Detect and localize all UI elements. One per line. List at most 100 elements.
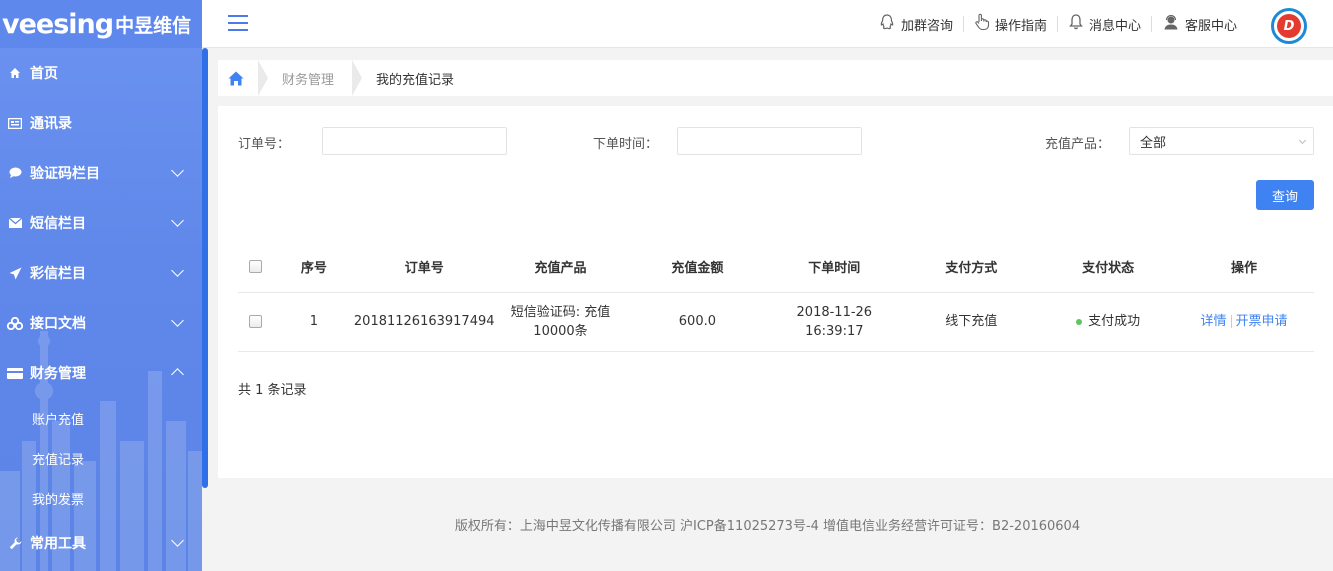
row-product: 短信验证码: 充值 10000条 bbox=[494, 292, 627, 352]
sidebar-item-verification[interactable]: 验证码栏目 bbox=[0, 148, 202, 198]
sidebar-subitem-my-invoices[interactable]: 我的发票 bbox=[0, 478, 202, 518]
header-link-messages[interactable]: 消息中心 bbox=[1058, 13, 1152, 35]
column-header: 订单号 bbox=[353, 242, 495, 293]
sidebar-item-label: 首页 bbox=[30, 66, 58, 82]
sidebar-item-label: 验证码栏目 bbox=[30, 166, 100, 182]
chevron-down-icon bbox=[171, 264, 184, 277]
user-avatar[interactable]: D bbox=[1271, 8, 1307, 44]
sidebar-item-contacts[interactable]: 通讯录 bbox=[0, 98, 202, 148]
product-select[interactable]: 全部 bbox=[1129, 127, 1314, 155]
sidebar-item-mms[interactable]: 彩信栏目 bbox=[0, 248, 202, 298]
send-icon bbox=[6, 266, 24, 280]
home-icon[interactable] bbox=[218, 60, 254, 96]
column-header: 序号 bbox=[273, 242, 354, 293]
support-agent-icon bbox=[1162, 13, 1180, 35]
chevron-down-icon bbox=[171, 164, 184, 177]
order-number-label: 订单号： bbox=[238, 137, 291, 152]
order-number-input[interactable] bbox=[322, 127, 507, 155]
sidebar-item-tools[interactable]: 常用工具 bbox=[0, 518, 202, 568]
query-button[interactable]: 查询 bbox=[1256, 180, 1314, 210]
breadcrumb-separator bbox=[258, 60, 268, 96]
row-order-clock: 16:39:17 bbox=[805, 323, 864, 339]
row-checkbox[interactable] bbox=[249, 315, 263, 328]
chevron-down-icon bbox=[171, 534, 184, 547]
qq-icon bbox=[878, 13, 896, 35]
header-link-support[interactable]: 客服中心 bbox=[1152, 13, 1247, 35]
order-time-label: 下单时间： bbox=[593, 137, 659, 152]
sidebar-item-sms[interactable]: 短信栏目 bbox=[0, 198, 202, 248]
header-link-join-group[interactable]: 加群咨询 bbox=[868, 13, 964, 35]
sidebar-item-home[interactable]: 首页 bbox=[0, 48, 202, 98]
status-badge: 支付成功 bbox=[1088, 314, 1141, 329]
header-link-label: 加群咨询 bbox=[900, 18, 953, 34]
row-actions: 详情 开票申请 bbox=[1174, 292, 1314, 352]
row-pay-status: 支付成功 bbox=[1042, 292, 1175, 352]
breadcrumb-separator bbox=[352, 60, 363, 96]
product-select-value: 全部 bbox=[1140, 135, 1167, 151]
header-links: 加群咨询 操作指南 消息中心 客服中心 bbox=[868, 0, 1247, 48]
sidebar-nav: 首页 通讯录 验证码栏目 短信栏目 彩信栏目 接口文档 财务管理 账户充值 充值… bbox=[0, 48, 202, 568]
chevron-up-icon bbox=[171, 368, 184, 381]
column-header: 支付状态 bbox=[1042, 242, 1175, 293]
sidebar-item-label: 常用工具 bbox=[30, 536, 86, 552]
column-header: 充值金额 bbox=[626, 242, 769, 293]
header-link-label: 操作指南 bbox=[994, 18, 1047, 34]
sidebar-item-label: 接口文档 bbox=[30, 316, 86, 332]
logo-text: veesing bbox=[2, 8, 114, 40]
select-all-checkbox[interactable] bbox=[249, 260, 263, 274]
action-divider bbox=[1230, 315, 1232, 328]
row-pay-method: 线下充值 bbox=[900, 292, 1043, 352]
footer-copyright: 版权所有：上海中昱文化传播有限公司 沪ICP备11025273号-4 增值电信业… bbox=[454, 519, 1081, 534]
breadcrumb-current: 我的充值记录 bbox=[376, 72, 455, 88]
records-table: 序号 订单号 充值产品 充值金额 下单时间 支付方式 支付状态 操作 1 201… bbox=[238, 242, 1314, 352]
column-header: 充值产品 bbox=[494, 242, 627, 293]
column-header: 操作 bbox=[1174, 242, 1314, 293]
sidebar-scrollbar[interactable] bbox=[202, 48, 208, 488]
chevron-down-icon bbox=[171, 314, 184, 327]
row-order-number: 20181126163917494 bbox=[353, 292, 495, 352]
brand-logo[interactable]: veesing 中昱维信 bbox=[0, 0, 202, 48]
sidebar-item-label: 通讯录 bbox=[30, 116, 72, 132]
header-link-guide[interactable]: 操作指南 bbox=[964, 13, 1058, 35]
table-row: 1 20181126163917494 短信验证码: 充值 10000条 600… bbox=[238, 292, 1314, 352]
sidebar-item-finance[interactable]: 财务管理 bbox=[0, 348, 202, 398]
home-icon bbox=[6, 66, 24, 80]
chevron-down-icon bbox=[1298, 136, 1307, 145]
bell-icon bbox=[1068, 13, 1084, 35]
sidebar-subitem-account-recharge[interactable]: 账户充值 bbox=[0, 398, 202, 438]
api-icon bbox=[6, 316, 24, 330]
table-header-row: 序号 订单号 充值产品 充值金额 下单时间 支付方式 支付状态 操作 bbox=[238, 242, 1314, 293]
product-label: 充值产品： bbox=[1045, 137, 1111, 152]
avatar-text: D bbox=[1277, 14, 1301, 38]
contacts-icon bbox=[6, 116, 24, 130]
wrench-icon bbox=[6, 536, 24, 550]
sidebar-item-label: 短信栏目 bbox=[30, 216, 86, 232]
detail-link[interactable]: 详情 bbox=[1201, 314, 1227, 329]
sidebar-subitem-recharge-records[interactable]: 充值记录 bbox=[0, 438, 202, 478]
row-amount: 600.0 bbox=[626, 292, 769, 352]
logo-cn-text: 中昱维信 bbox=[115, 14, 192, 37]
chevron-down-icon bbox=[171, 214, 184, 227]
sidebar-item-label: 彩信栏目 bbox=[30, 266, 86, 282]
column-header: 下单时间 bbox=[768, 242, 901, 293]
row-product-line2: 10000条 bbox=[533, 323, 588, 339]
header-link-label: 客服中心 bbox=[1184, 18, 1237, 34]
breadcrumb-parent[interactable]: 财务管理 bbox=[282, 69, 334, 88]
record-count: 共 1 条记录 bbox=[238, 383, 307, 398]
row-index: 1 bbox=[273, 292, 354, 352]
pointer-hand-icon bbox=[974, 13, 990, 35]
row-order-time: 2018-11-26 16:39:17 bbox=[768, 292, 901, 352]
sidebar-item-label: 财务管理 bbox=[30, 366, 86, 382]
mail-icon bbox=[6, 216, 24, 230]
chat-icon bbox=[6, 166, 24, 180]
row-order-date: 2018-11-26 bbox=[796, 304, 873, 320]
select-all-cell bbox=[238, 242, 274, 293]
row-product-line1: 短信验证码: 充值 bbox=[510, 304, 611, 320]
top-header: 加群咨询 操作指南 消息中心 客服中心 D bbox=[202, 0, 1333, 48]
records-panel: 订单号： 下单时间： 充值产品： 全部 查询 序号 订单号 充值产品 充值金额 … bbox=[218, 106, 1333, 478]
column-header: 支付方式 bbox=[900, 242, 1043, 293]
order-time-input[interactable] bbox=[677, 127, 862, 155]
menu-toggle-icon[interactable] bbox=[228, 15, 248, 33]
invoice-request-link[interactable]: 开票申请 bbox=[1236, 314, 1288, 329]
sidebar-item-api-docs[interactable]: 接口文档 bbox=[0, 298, 202, 348]
